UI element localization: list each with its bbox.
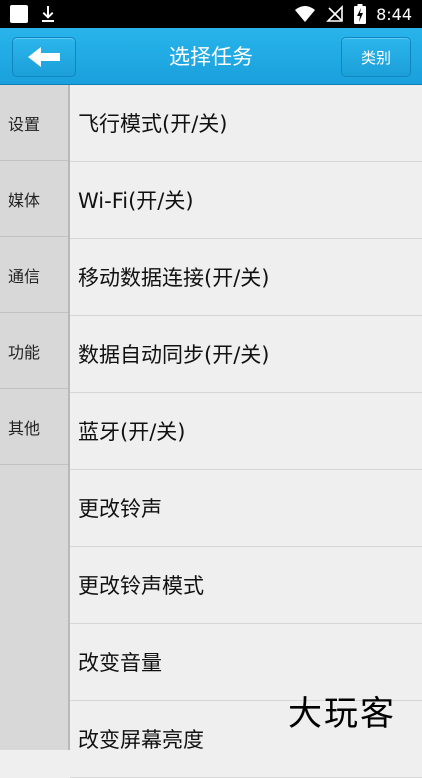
download-icon xyxy=(42,6,54,22)
page-title: 选择任务 xyxy=(169,45,253,69)
status-bar: 8:44 xyxy=(0,0,422,28)
category-button[interactable]: 类别 xyxy=(341,37,411,77)
sidebar-item-media[interactable]: 媒体 xyxy=(0,161,68,237)
sidebar-item-other[interactable]: 其他 xyxy=(0,389,68,465)
sidebar-item-settings[interactable]: 设置 xyxy=(0,85,68,161)
back-button[interactable] xyxy=(12,37,76,77)
battery-charging-icon xyxy=(354,4,367,24)
arrow-left-icon xyxy=(28,47,60,67)
task-mobile-data[interactable]: 移动数据连接(开/关) xyxy=(70,239,422,316)
clock-time: 8:44 xyxy=(376,4,412,24)
task-list: 飞行模式(开/关) Wi-Fi(开/关) 移动数据连接(开/关) 数据自动同步(… xyxy=(70,85,422,778)
sidebar-item-function[interactable]: 功能 xyxy=(0,313,68,389)
task-bluetooth[interactable]: 蓝牙(开/关) xyxy=(70,393,422,470)
task-change-ringtone[interactable]: 更改铃声 xyxy=(70,470,422,547)
notification-square-icon xyxy=(10,5,28,23)
watermark-logo: 大玩客 xyxy=(288,693,396,734)
task-change-ringtone-mode[interactable]: 更改铃声模式 xyxy=(70,547,422,624)
task-auto-sync[interactable]: 数据自动同步(开/关) xyxy=(70,316,422,393)
task-wifi[interactable]: Wi-Fi(开/关) xyxy=(70,162,422,239)
task-airplane-mode[interactable]: 飞行模式(开/关) xyxy=(70,85,422,162)
title-bar: 选择任务 类别 xyxy=(0,28,422,85)
sidebar-item-communication[interactable]: 通信 xyxy=(0,237,68,313)
category-sidebar: 设置 媒体 通信 功能 其他 xyxy=(0,85,70,750)
wifi-icon xyxy=(295,6,316,22)
no-signal-icon xyxy=(326,5,343,22)
